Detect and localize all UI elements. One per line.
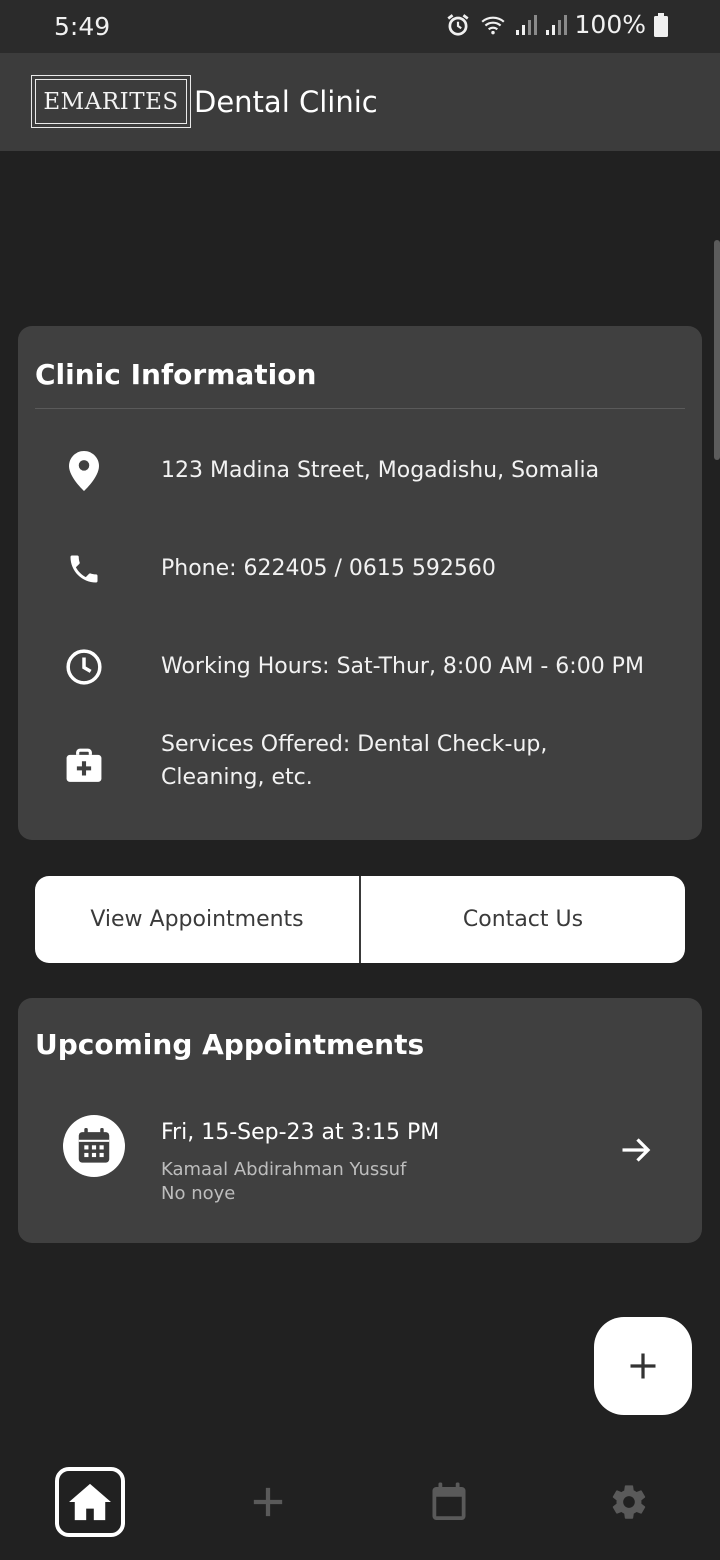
view-appointments-button[interactable]: View Appointments (35, 876, 359, 963)
arrow-right-icon[interactable] (618, 1132, 654, 1168)
nav-calendar[interactable] (414, 1467, 484, 1537)
plus-icon (630, 1353, 656, 1379)
location-pin-icon (64, 451, 104, 491)
clinic-information-title: Clinic Information (35, 358, 317, 391)
action-buttons: View Appointments Contact Us (35, 876, 685, 963)
clock-icon (64, 647, 104, 687)
status-bar: 5:49 100% (0, 0, 720, 53)
wifi-icon (480, 16, 505, 34)
appointment-date: Fri, 15-Sep-23 at 3:15 PM (161, 1120, 440, 1145)
scrollbar[interactable] (714, 240, 720, 460)
phone-text: Phone: 622405 / 0615 592560 (161, 556, 496, 581)
gear-icon (612, 1485, 646, 1519)
upcoming-appointments-card: Upcoming Appointments Fri, 15-Sep-23 at … (18, 998, 702, 1243)
divider (35, 408, 685, 409)
battery-percent: 100% (574, 10, 646, 39)
calendar-icon (432, 1482, 466, 1520)
signal-icon (545, 14, 567, 35)
alarm-icon (446, 13, 469, 36)
add-appointment-fab[interactable] (594, 1317, 692, 1415)
signal-icon (515, 14, 537, 35)
status-time: 5:49 (54, 12, 111, 41)
calendar-icon (63, 1115, 125, 1177)
clinic-information-card: Clinic Information 123 Madina Street, Mo… (18, 326, 702, 840)
contact-us-button[interactable]: Contact Us (361, 876, 685, 963)
app-bar: EMARITES Dental Clinic (0, 53, 720, 151)
appointment-patient-name: Kamaal Abdirahman Yussuf (161, 1159, 407, 1180)
nav-add[interactable] (233, 1467, 303, 1537)
plus-icon (253, 1487, 283, 1517)
nav-home[interactable] (55, 1467, 125, 1537)
app-title: Dental Clinic (194, 85, 378, 119)
home-icon (69, 1483, 111, 1521)
address-text: 123 Madina Street, Mogadishu, Somalia (161, 458, 600, 483)
hours-text: Working Hours: Sat-Thur, 8:00 AM - 6:00 … (161, 654, 644, 679)
appointment-note: No noye (161, 1183, 236, 1204)
phone-icon (64, 549, 104, 589)
logo-text: EMARITES (35, 79, 187, 124)
clinic-logo: EMARITES (31, 75, 191, 128)
upcoming-appointments-title: Upcoming Appointments (35, 1028, 425, 1061)
battery-icon (654, 12, 668, 37)
status-icons: 100% (445, 10, 668, 39)
bottom-navigation (0, 1440, 720, 1560)
medical-bag-icon (64, 746, 104, 786)
nav-settings[interactable] (594, 1467, 664, 1537)
services-text: Services Offered: Dental Check-up, Clean… (161, 732, 548, 790)
